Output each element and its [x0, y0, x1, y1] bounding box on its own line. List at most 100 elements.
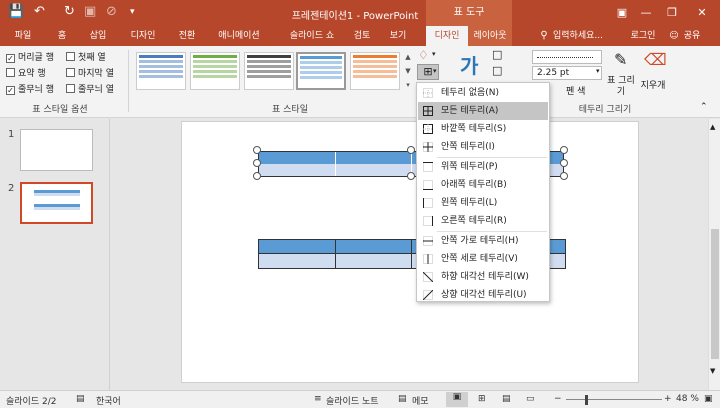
table-style-light-blue[interactable]: [296, 52, 346, 90]
menu-item-bottom-border[interactable]: 아래쪽 테두리(B): [418, 176, 548, 194]
more-commands-icon[interactable]: ▾: [130, 5, 135, 19]
share-button[interactable]: 공유: [680, 26, 704, 46]
table-style-green[interactable]: [190, 52, 240, 90]
scrollbar-thumb[interactable]: [711, 229, 719, 359]
menu-item-top-border[interactable]: 위쪽 테두리(P): [418, 158, 548, 176]
tab-insert[interactable]: 삽입: [84, 26, 112, 46]
slideshow-icon[interactable]: ▭: [526, 394, 535, 404]
slide-sorter-icon[interactable]: ⊞: [478, 394, 486, 404]
fit-slide-icon[interactable]: ▣: [704, 394, 713, 404]
menu-item-inside-borders[interactable]: 안쪽 테두리(I): [418, 138, 548, 156]
eraser-icon[interactable]: ⌫: [644, 50, 667, 69]
zoom-slider-thumb[interactable]: [585, 395, 588, 405]
context-title: 표 도구: [426, 0, 512, 26]
wordart-quick-styles-icon[interactable]: 가: [460, 50, 478, 79]
collapse-ribbon-icon[interactable]: ⌃: [700, 102, 708, 112]
resize-handle[interactable]: [560, 159, 568, 167]
ribbon-display-icon[interactable]: ▣: [612, 4, 632, 22]
diagonal-down-border-icon: [423, 272, 433, 282]
menu-item-diagonal-down-border[interactable]: 하향 대각선 테두리(W): [418, 268, 548, 286]
draw-table-button[interactable]: 표 그리기: [606, 76, 636, 98]
zoom-slider[interactable]: [566, 399, 662, 400]
tell-me-box[interactable]: 입력하세요...: [550, 26, 606, 46]
notes-button[interactable]: 슬라이드 노트: [326, 394, 379, 407]
pen-style-dropdown[interactable]: [532, 50, 602, 64]
borders-dropdown-icon[interactable]: ▾: [433, 67, 437, 75]
repeat-icon[interactable]: ▣: [84, 5, 96, 19]
table-style-orange[interactable]: [350, 52, 400, 90]
comments-button[interactable]: 메모: [412, 394, 429, 407]
language-indicator[interactable]: 한국어: [96, 394, 121, 407]
resize-handle[interactable]: [407, 172, 415, 180]
menu-item-all-borders[interactable]: 모든 테두리(A): [418, 102, 548, 120]
text-outline-icon[interactable]: □: [492, 64, 502, 77]
resize-handle[interactable]: [560, 146, 568, 154]
menu-item-no-border[interactable]: 테두리 없음(N): [418, 84, 548, 102]
resize-handle[interactable]: [253, 146, 261, 154]
close-icon[interactable]: ✕: [692, 4, 712, 22]
tab-design[interactable]: 디자인: [125, 26, 161, 46]
gallery-more-icon[interactable]: ▾: [402, 78, 414, 92]
pen-color-button[interactable]: 펜 색: [566, 84, 585, 97]
zoom-out-icon[interactable]: −: [554, 394, 562, 404]
last-column-checkbox[interactable]: 마지막 열: [66, 66, 114, 79]
tab-transitions[interactable]: 전환: [172, 26, 202, 46]
column-divider: [335, 152, 336, 176]
save-icon[interactable]: 💾: [8, 5, 24, 19]
menu-item-inside-vertical-border[interactable]: 안쪽 세로 테두리(V): [418, 250, 548, 268]
zoom-in-icon[interactable]: +: [664, 394, 672, 404]
table-style-blue[interactable]: [136, 52, 186, 90]
shading-icon[interactable]: ♢: [418, 48, 429, 62]
menu-item-inside-horizontal-border[interactable]: 안쪽 가로 테두리(H): [418, 232, 548, 250]
resize-handle[interactable]: [253, 159, 261, 167]
tab-view[interactable]: 보기: [386, 26, 410, 46]
table-style-black[interactable]: [244, 52, 294, 90]
menu-item-left-border[interactable]: 왼쪽 테두리(L): [418, 194, 548, 212]
tab-table-design[interactable]: 디자인: [426, 26, 468, 46]
tab-animations[interactable]: 애니메이션: [214, 26, 264, 46]
tab-table-layout[interactable]: 레이아웃: [468, 26, 512, 46]
column-divider: [335, 240, 336, 268]
shading-dropdown-icon[interactable]: ▾: [432, 50, 436, 58]
table-styles-group-label: 표 스타일: [272, 105, 308, 115]
slide-thumbnail-1[interactable]: [20, 129, 93, 171]
banded-columns-checkbox[interactable]: 줄무늬 열: [66, 82, 114, 95]
scroll-up-icon[interactable]: ▲: [710, 123, 715, 131]
undo-icon[interactable]: ↶: [34, 5, 45, 19]
slide-thumbnail-2[interactable]: [20, 182, 93, 224]
draw-table-icon[interactable]: ✎: [614, 50, 627, 69]
vertical-scrollbar[interactable]: ▲ ▼: [708, 119, 720, 390]
gallery-up-icon[interactable]: ▲: [402, 50, 414, 64]
restore-icon[interactable]: ❐: [662, 4, 682, 22]
tab-home[interactable]: 홈: [52, 26, 72, 46]
eraser-button[interactable]: 지우개: [636, 78, 670, 91]
redo-icon[interactable]: ↻: [64, 5, 75, 19]
tab-review[interactable]: 검토: [350, 26, 374, 46]
scroll-down-icon[interactable]: ▼: [710, 367, 715, 375]
gallery-scroll[interactable]: ▲ ▼ ▾: [402, 50, 414, 94]
proofing-icon[interactable]: ▤: [76, 394, 85, 404]
resize-handle[interactable]: [560, 172, 568, 180]
first-column-checkbox[interactable]: 첫째 열: [66, 50, 106, 63]
normal-view-icon[interactable]: ▣: [446, 392, 468, 407]
banded-rows-checkbox[interactable]: ✓ 줄무늬 행: [6, 82, 54, 95]
zoom-level[interactable]: 48 %: [676, 394, 699, 404]
menu-item-outside-borders[interactable]: 바깥쪽 테두리(S): [418, 120, 548, 138]
menu-item-diagonal-up-border[interactable]: 상향 대각선 테두리(U): [418, 286, 548, 304]
sign-in-link[interactable]: 로그인: [628, 26, 658, 46]
resize-handle[interactable]: [407, 146, 415, 154]
reading-view-icon[interactable]: ▤: [502, 394, 511, 404]
total-row-checkbox[interactable]: 요약 행: [6, 66, 46, 79]
customize-qat-icon[interactable]: ⊘: [106, 5, 117, 19]
slide[interactable]: [181, 121, 639, 383]
tab-slideshow[interactable]: 슬라이드 쇼: [280, 26, 344, 46]
text-fill-icon[interactable]: □: [492, 48, 502, 61]
resize-handle[interactable]: [253, 172, 261, 180]
header-row-checkbox[interactable]: ✓ 머리글 행: [6, 50, 54, 63]
gallery-down-icon[interactable]: ▼: [402, 64, 414, 78]
pen-weight-arrow-icon[interactable]: ▾: [596, 67, 600, 75]
menu-item-right-border[interactable]: 오른쪽 테두리(R): [418, 212, 548, 230]
tab-file[interactable]: 파일: [8, 26, 38, 46]
minimize-icon[interactable]: —: [636, 4, 656, 22]
pen-weight-dropdown[interactable]: 2.25 pt: [532, 66, 602, 80]
